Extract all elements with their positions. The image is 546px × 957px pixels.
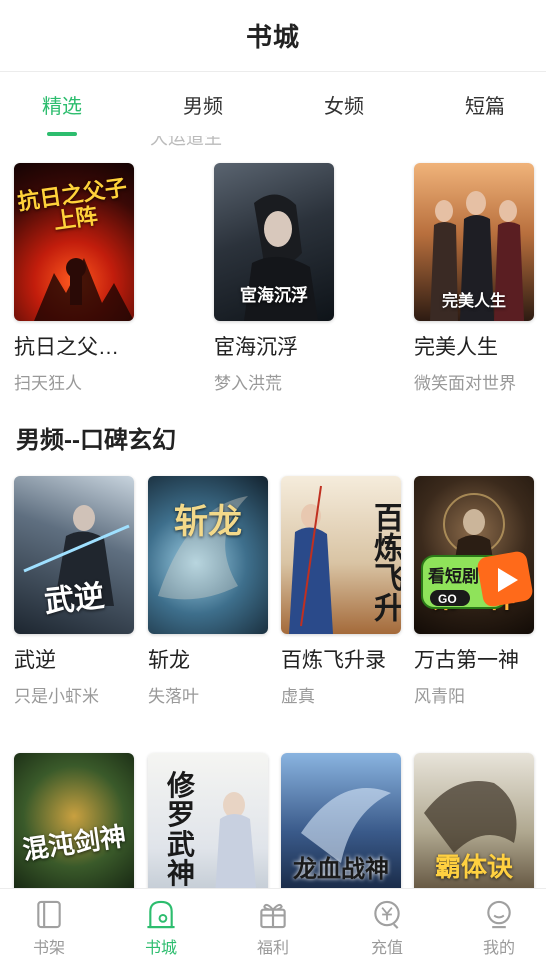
top-bar: 书城 — [0, 0, 546, 72]
bookstore-icon — [147, 900, 175, 929]
book-cover: 修罗武神 — [148, 753, 268, 888]
tab-short[interactable]: 短篇 — [430, 72, 540, 136]
book-cover: 百炼飞升 — [281, 476, 401, 634]
gift-icon — [260, 903, 286, 929]
book-card[interactable]: 宦海沉浮 宦海沉浮 梦入洪荒 — [214, 163, 334, 394]
nav-label: 福利 — [256, 940, 289, 957]
nav-welfare[interactable]: 福利 — [218, 889, 328, 957]
book-card[interactable]: 武逆 武逆 只是小虾米 — [14, 476, 134, 707]
cover-title: 宦海沉浮 — [240, 286, 308, 306]
book-cover: 宦海沉浮 — [214, 163, 334, 321]
book-card[interactable]: 完美人生 完美人生 微笑面对世界 — [414, 163, 534, 394]
cover-title: 霸体诀 — [434, 853, 513, 883]
book-cover: 抗日之父子上阵 — [14, 163, 134, 321]
nav-label: 我的 — [482, 940, 515, 957]
book-card[interactable]: 斩龙 斩龙 失落叶 — [148, 476, 268, 707]
book-title: 万古第一神 — [414, 649, 519, 672]
tab-label: 精选 — [42, 95, 82, 118]
promo-title: 看短剧 — [428, 567, 479, 586]
nav-bookstore[interactable]: 书城 — [106, 889, 216, 957]
nav-recharge[interactable]: 充值 — [332, 889, 442, 957]
cover-title: 龙血战神 — [293, 854, 389, 883]
cover-title: 斩龙 — [174, 502, 242, 542]
profile-icon — [487, 900, 511, 929]
bottom-nav: 书架 书城 福利 充值 我的 — [0, 888, 546, 957]
nav-label: 书架 — [32, 940, 65, 957]
book-cover: 混沌剑神 — [14, 753, 134, 888]
previous-row-peek — [16, 136, 134, 140]
tab-female[interactable]: 女频 — [289, 72, 399, 136]
tab-male[interactable]: 男频 — [148, 72, 258, 136]
nav-profile[interactable]: 我的 — [444, 889, 546, 957]
book-author: 风青阳 — [414, 687, 465, 706]
book-author: 失落叶 — [148, 687, 199, 706]
nav-bookshelf[interactable]: 书架 — [0, 889, 104, 957]
book-author: 扫天狂人 — [14, 374, 82, 393]
nav-label: 书城 — [144, 940, 177, 957]
cover-title: 完美人生 — [441, 291, 506, 310]
tab-featured[interactable]: 精选 — [7, 72, 117, 136]
book-card[interactable]: 百炼飞升 百炼飞升录 虚真 — [281, 476, 401, 707]
book-title: 斩龙 — [148, 649, 190, 672]
book-author: 微笑面对世界 — [414, 374, 516, 393]
category-tabs: 精选 男频 女频 短篇 — [0, 72, 546, 136]
previous-row-text: 大运道生 — [150, 136, 222, 148]
book-title: 抗日之父… — [14, 336, 119, 359]
cover-title: 混沌剑神 — [20, 821, 128, 867]
recharge-icon — [374, 900, 400, 929]
book-title: 百炼飞升录 — [281, 649, 386, 672]
book-author: 虚真 — [281, 687, 315, 706]
book-title: 武逆 — [14, 649, 56, 672]
book-title: 完美人生 — [414, 336, 498, 359]
cover-title: 修罗武神 — [166, 769, 195, 888]
book-cover: 霸体诀 — [414, 753, 534, 888]
promo-go: GO — [438, 592, 457, 606]
tab-label: 短篇 — [465, 95, 505, 118]
book-cover: 龙血战神 — [281, 753, 401, 888]
tab-label: 男频 — [183, 95, 223, 118]
cover-title: 百炼飞升 — [368, 502, 401, 622]
tab-label: 女频 — [324, 95, 364, 118]
book-cover: 完美人生 — [414, 163, 534, 321]
book-card[interactable]: 修罗武神 — [148, 753, 268, 888]
section-title: 男频--口碑玄幻 — [16, 427, 176, 454]
book-cover: 斩龙 — [148, 476, 268, 634]
active-tab-indicator — [47, 132, 77, 136]
nav-label: 充值 — [370, 940, 403, 957]
book-title: 宦海沉浮 — [214, 336, 298, 359]
book-card[interactable]: 抗日之父子上阵 抗日之父… 扫天狂人 — [14, 163, 134, 394]
book-card[interactable]: 龙血战神 — [281, 753, 401, 888]
book-author: 梦入洪荒 — [214, 374, 282, 393]
book-feed[interactable]: 大运道生 抗日之父子上阵 抗日之父… 扫天狂人 宦海沉浮 宦海沉浮 梦入洪荒 完… — [0, 136, 546, 888]
book-card[interactable]: 霸体诀 — [414, 753, 534, 888]
book-author: 只是小虾米 — [14, 687, 99, 706]
book-card[interactable]: 混沌剑神 — [14, 753, 134, 888]
book-cover: 武逆 — [14, 476, 134, 634]
page-title: 书城 — [245, 22, 300, 52]
short-drama-promo[interactable]: 看短剧 GO — [420, 550, 536, 614]
bookshelf-icon — [37, 900, 61, 929]
